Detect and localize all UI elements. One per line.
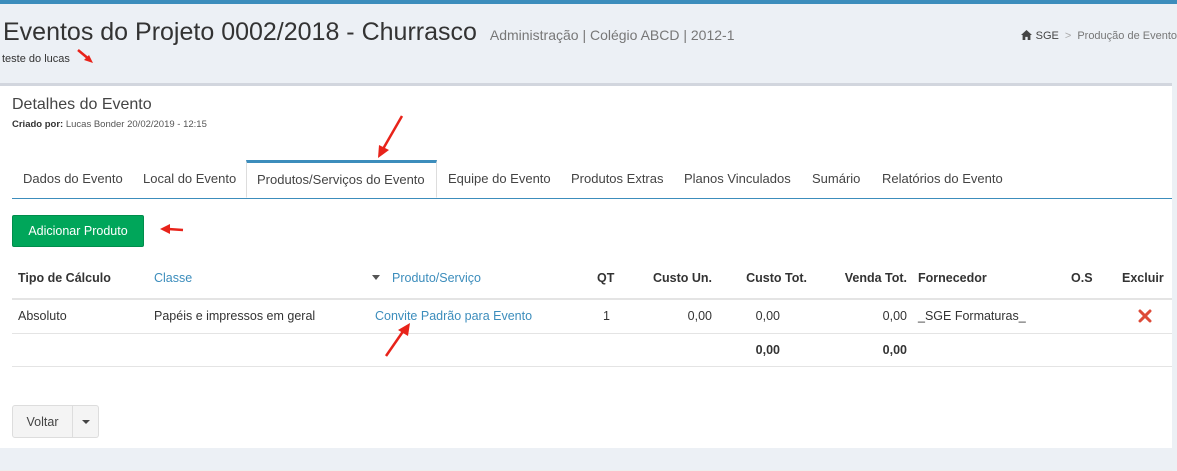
tab-sumario[interactable]: Sumário [812, 160, 860, 198]
tab-produtos-servicos[interactable]: Produtos/Serviços do Evento [246, 160, 437, 198]
header-os: O.S [1071, 270, 1093, 285]
header-tipo: Tipo de Cálculo [18, 270, 111, 285]
header-custo-un: Custo Un. [652, 270, 712, 285]
header-classe[interactable]: Classe [154, 257, 192, 298]
page-header: Eventos do Projeto 0002/2018 - Churrasco… [0, 4, 1177, 82]
created-by-value: Lucas Bonder 20/02/2019 - 12:15 [65, 119, 207, 130]
table-header-row: Tipo de Cálculo Classe Produto/Serviço Q… [12, 257, 1172, 300]
header-produto[interactable]: Produto/Serviço [372, 257, 481, 298]
table-totals-row: 0,00 0,00 [12, 334, 1172, 367]
tab-planos-vinculados[interactable]: Planos Vinculados [684, 160, 791, 198]
page-title-text: Eventos do Projeto 0002/2018 - Churrasco [3, 18, 477, 46]
delete-button[interactable] [1138, 299, 1152, 333]
back-button-group: Voltar [12, 405, 99, 438]
back-button[interactable]: Voltar [12, 405, 73, 438]
breadcrumb-current: Produção de Evento [1077, 30, 1177, 42]
annotation-arrow-add-button [160, 224, 184, 234]
add-product-button[interactable]: Adicionar Produto [12, 215, 144, 247]
page-caption: teste do lucas [2, 53, 70, 65]
tab-relatorios-do-evento[interactable]: Relatórios do Evento [882, 160, 1003, 198]
tab-equipe-do-evento[interactable]: Equipe do Evento [448, 160, 551, 198]
total-custo-tot: 0,00 [755, 343, 780, 357]
header-excluir: Excluir [1122, 270, 1164, 285]
header-fornecedor: Fornecedor [918, 270, 987, 285]
details-title: Detalhes do Evento [12, 96, 152, 113]
event-details-box: Detalhes do Evento Criado por: Lucas Bon… [0, 83, 1172, 471]
event-tabs: Dados do Evento Local do Evento Produtos… [12, 160, 1172, 199]
cell-qt: 1 [603, 309, 610, 323]
header-venda-tot: Venda Tot. [844, 270, 907, 285]
header-custo-tot: Custo Tot. [746, 270, 807, 285]
breadcrumb-separator: > [1064, 30, 1072, 42]
header-produto-label: Produto/Serviço [392, 270, 481, 285]
annotation-arrow-caption [77, 49, 93, 63]
page-subtitle: Administração | Colégio ABCD | 2012-1 [489, 27, 735, 43]
annotation-arrow-product [384, 323, 410, 357]
tab-dados-do-evento[interactable]: Dados do Evento [23, 160, 123, 198]
breadcrumb: SGE > Produção de Evento [1020, 30, 1177, 42]
tab-produtos-extras[interactable]: Produtos Extras [571, 160, 664, 198]
home-icon [1020, 30, 1032, 40]
sort-desc-icon [372, 275, 380, 280]
cell-venda-tot: 0,00 [882, 309, 907, 323]
cell-tipo: Absoluto [18, 309, 67, 323]
breadcrumb-home[interactable]: SGE [1036, 30, 1059, 42]
total-venda-tot: 0,00 [882, 343, 907, 357]
page-title: Eventos do Projeto 0002/2018 - Churrasco… [3, 18, 734, 47]
table-row: Absoluto Papéis e impressos em geral Con… [12, 299, 1172, 334]
back-dropdown-toggle[interactable] [73, 405, 99, 438]
created-by-label: Criado por: [12, 119, 64, 130]
annotation-arrow-tab [378, 115, 404, 158]
details-created-by: Criado por: Lucas Bonder 20/02/2019 - 12… [12, 119, 207, 130]
cell-custo-tot: 0,00 [755, 309, 780, 323]
cell-classe: Papéis e impressos em geral [154, 309, 316, 323]
tab-local-do-evento[interactable]: Local do Evento [143, 160, 236, 198]
delete-icon [1138, 309, 1152, 323]
cell-fornecedor: _SGE Formaturas_ [918, 309, 1026, 323]
caret-down-icon [81, 419, 90, 424]
